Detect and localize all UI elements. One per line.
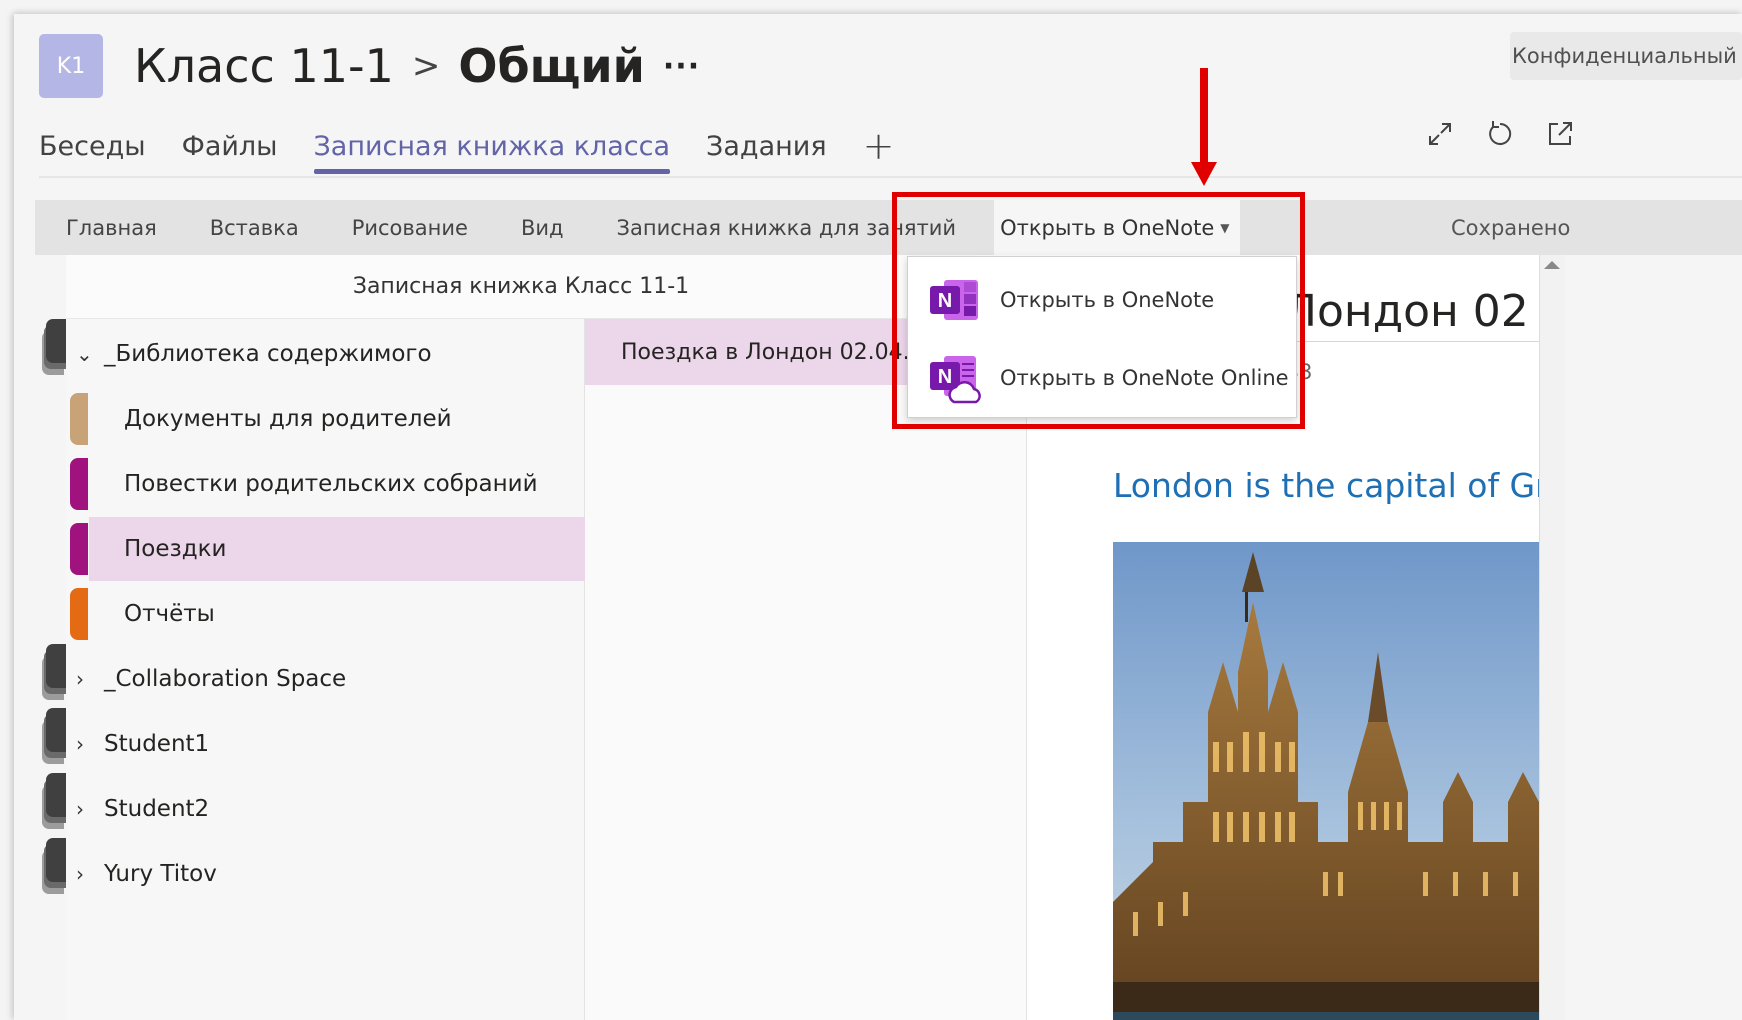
team-initials: K1: [56, 53, 86, 79]
page-list: Поездка в Лондон 02.04.2019: [585, 319, 1027, 1020]
scroll-up-icon[interactable]: [1544, 261, 1560, 269]
right-margin: [1565, 255, 1742, 1020]
section-color-tab: [70, 523, 88, 575]
section-group-student2[interactable]: › Student2: [66, 777, 585, 841]
tab-actions: [1424, 118, 1576, 150]
open-in-onenote-label: Открыть в OneNote: [1000, 215, 1215, 240]
open-in-onenote-menu[interactable]: Открыть в OneNote ▼: [994, 200, 1240, 255]
dropdown-item-label: Открыть в OneNote Online: [1000, 366, 1289, 390]
canvas-heading[interactable]: London is the capital of Great Britain: [1113, 466, 1539, 505]
tab-files[interactable]: Файлы: [182, 116, 278, 176]
section-label: Документы для родителей: [124, 406, 452, 432]
onenote-ribbon: Главная Вставка Рисование Вид Записная к…: [35, 200, 1742, 255]
section-group-icon: [42, 838, 68, 902]
section-color-tab: [70, 458, 88, 510]
chevron-right-icon: ›: [76, 797, 84, 821]
section-group-icon: [42, 644, 68, 708]
open-external-icon[interactable]: [1544, 118, 1576, 150]
section-group-icon: [42, 319, 68, 383]
chevron-right-icon: ›: [76, 862, 84, 886]
section-item-selected[interactable]: Поездки: [66, 517, 585, 581]
chevron-right-icon: ›: [76, 667, 84, 691]
section-group-collaboration[interactable]: › _Collaboration Space: [66, 647, 585, 711]
onenote-online-icon: N: [930, 356, 981, 404]
ribbon-tab-draw[interactable]: Рисование: [352, 216, 468, 240]
notebook-title[interactable]: Записная книжка Класс 11-1: [66, 255, 976, 319]
section-label: Поездки: [124, 536, 227, 562]
tab-assignments[interactable]: Задания: [706, 116, 827, 176]
open-in-onenote-dropdown: N Открыть в OneNote N Открыть в OneNote …: [907, 256, 1297, 418]
ribbon-tab-view[interactable]: Вид: [521, 216, 564, 240]
onenote-icon: N: [930, 280, 978, 320]
ribbon-tab-insert[interactable]: Вставка: [210, 216, 299, 240]
section-list: ⌄ _Библиотека содержимого Документы для …: [66, 319, 585, 1020]
section-group-label: Yury Titov: [104, 861, 217, 887]
channel-name: Общий: [458, 39, 645, 93]
team-name: Класс 11-1: [134, 39, 394, 93]
expand-icon[interactable]: [1424, 118, 1456, 150]
section-group-label: Student1: [104, 731, 210, 757]
chevron-down-icon: ⌄: [76, 342, 93, 366]
chevron-right-icon: ›: [76, 732, 84, 756]
tabs-divider: [39, 176, 1742, 178]
dropdown-item-label: Открыть в OneNote: [1000, 288, 1215, 312]
add-tab-button[interactable]: +: [863, 127, 895, 165]
section-color-tab: [70, 393, 88, 445]
section-group-icon: [42, 773, 68, 837]
team-avatar[interactable]: K1: [39, 34, 103, 98]
section-group-label: Student2: [104, 796, 210, 822]
caret-down-icon: ▼: [1220, 220, 1230, 235]
section-group-label: _Collaboration Space: [104, 666, 347, 692]
section-group-yury-titov[interactable]: › Yury Titov: [66, 842, 585, 906]
section-label: Повестки родительских собраний: [124, 471, 538, 497]
more-options-button[interactable]: ···: [663, 49, 700, 84]
channel-tabs: Беседы Файлы Записная книжка класса Зада…: [39, 116, 894, 176]
ribbon-tab-home[interactable]: Главная: [66, 216, 157, 240]
section-group-label: _Библиотека содержимого: [104, 341, 432, 367]
section-item[interactable]: Отчёты: [66, 582, 585, 646]
section-group-student1[interactable]: › Student1: [66, 712, 585, 776]
ribbon-tab-class-notebook[interactable]: Записная книжка для занятий: [617, 216, 957, 240]
save-status: Сохранено: [1451, 215, 1571, 240]
confidentiality-badge: Конфиденциальный: [1510, 32, 1742, 80]
svg-text:N: N: [938, 290, 952, 312]
channel-title: Класс 11-1 > Общий ···: [134, 36, 700, 96]
section-label: Отчёты: [124, 601, 215, 627]
vertical-scrollbar[interactable]: [1539, 255, 1565, 1020]
open-in-onenote-online-item[interactable]: N Открыть в OneNote Online: [908, 339, 1298, 417]
reload-icon[interactable]: [1484, 118, 1516, 150]
section-item[interactable]: Повестки родительских собраний: [66, 452, 585, 516]
teams-window: K1 Класс 11-1 > Общий ··· Конфиденциальн…: [14, 14, 1742, 1020]
westminster-photo: [1113, 542, 1539, 1020]
tab-class-notebook[interactable]: Записная книжка класса: [313, 116, 670, 176]
section-item[interactable]: Документы для родителей: [66, 387, 585, 451]
annotation-arrow-head: [1191, 162, 1217, 186]
tab-conversations[interactable]: Беседы: [39, 116, 146, 176]
section-group-icon: [42, 708, 68, 772]
svg-text:N: N: [938, 366, 952, 388]
section-group-content-library[interactable]: ⌄ _Библиотека содержимого: [66, 322, 585, 386]
annotation-arrow: [1200, 68, 1208, 164]
breadcrumb-separator: >: [411, 46, 441, 86]
open-in-onenote-desktop-item[interactable]: N Открыть в OneNote: [908, 261, 1298, 339]
section-color-tab: [70, 588, 88, 640]
